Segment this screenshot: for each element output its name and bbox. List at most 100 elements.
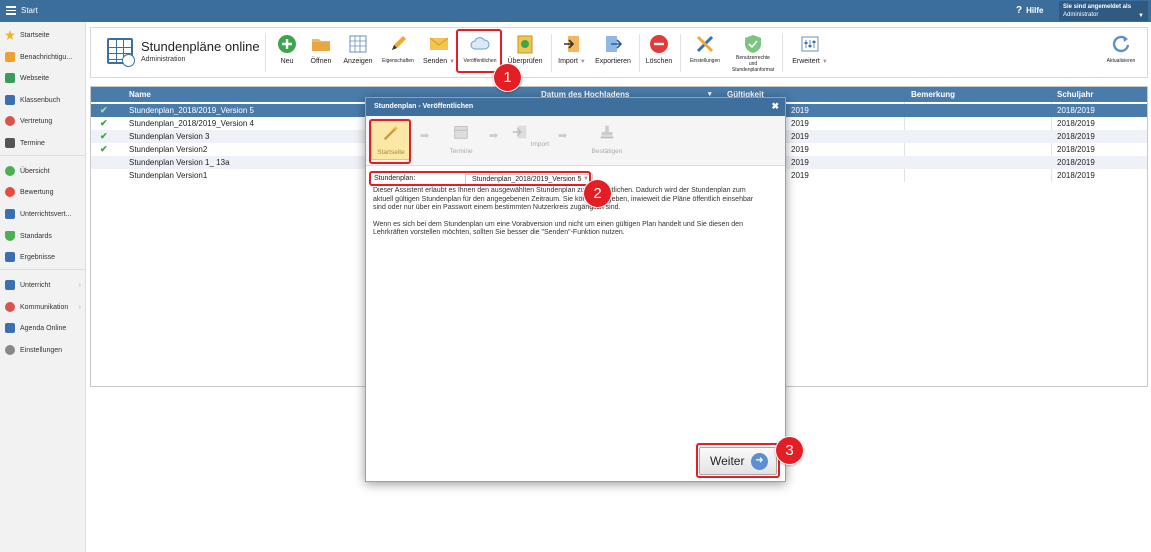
chevron-down-icon: ▼: [1138, 13, 1144, 19]
step-badge-3: 3: [776, 437, 803, 464]
chevron-down-icon: ▼: [579, 59, 586, 65]
rating-icon: [5, 187, 15, 197]
help-label: Hilfe: [1026, 6, 1044, 15]
sidebar-item-termine[interactable]: Termine: [0, 134, 86, 152]
row-validity: 2019: [791, 171, 809, 180]
open-label: Öffnen: [310, 58, 332, 65]
user-menu[interactable]: Sie sind angemeldet als Administrator ▼: [1059, 1, 1148, 21]
sidebar-item-label: Agenda Online: [20, 324, 67, 332]
sidebar-item-label: Ergebnisse: [20, 253, 56, 261]
properties-button[interactable]: Eigenschaften: [379, 32, 417, 74]
advanced-label: Erweitert: [792, 58, 820, 65]
delete-button[interactable]: Löschen: [643, 32, 675, 74]
row-name: Stundenplan_2018/2019_Version 5: [129, 106, 254, 115]
description-line: Wenn es sich bei dem Stundenplan um eine…: [373, 220, 743, 228]
mail-icon: [5, 52, 15, 62]
gear-icon: [5, 345, 15, 355]
step-badge-1: 1: [494, 64, 521, 91]
import-button[interactable]: Import ▼: [555, 32, 589, 74]
sidebar-item-label: Bewertung: [20, 188, 54, 196]
dialog-title: Stundenplan - Veröffentlichen: [374, 103, 474, 110]
check-icon: ✔: [100, 144, 108, 154]
sidebar-item-label: Webseite: [20, 74, 50, 82]
app-title[interactable]: Start: [21, 6, 38, 15]
dialog-header: Stundenplan - Veröffentlichen ✖: [366, 98, 785, 116]
toolbar-divider: [680, 34, 681, 72]
refresh-button[interactable]: Aktualisieren: [1101, 32, 1141, 74]
sidebar-item-webseite[interactable]: Webseite: [0, 69, 86, 87]
help-icon: ?: [1016, 5, 1023, 16]
row-validity: 2019: [791, 145, 809, 154]
highlight-next: [696, 443, 780, 478]
sidebar-item-unterricht[interactable]: Unterricht ›: [0, 276, 86, 294]
home-icon: [5, 73, 15, 83]
table-icon: [349, 35, 367, 53]
step-label: Import: [530, 141, 550, 148]
sidebar-item-label: Vertretung: [20, 117, 53, 125]
menu-icon[interactable]: [6, 6, 16, 15]
row-validity: 2019: [791, 119, 809, 128]
sidebar-item-startseite[interactable]: Startseite: [0, 26, 86, 44]
column-header-name[interactable]: Name: [129, 90, 151, 99]
sidebar-item-agenda-online[interactable]: Agenda Online: [0, 319, 86, 337]
sidebar-item-uebersicht[interactable]: Übersicht: [0, 162, 86, 180]
chevron-down-icon: ▼: [449, 59, 456, 65]
pencil-icon: [392, 36, 406, 50]
show-button[interactable]: Anzeigen: [341, 32, 375, 74]
sidebar-item-einstellungen[interactable]: Einstellungen: [0, 341, 86, 359]
clipboard-check-icon: [517, 35, 533, 54]
row-year: 2018/2019: [1057, 145, 1095, 154]
check-label: Überprüfen: [507, 58, 543, 65]
user-rights-label-3: Stundenplanformat: [731, 67, 775, 73]
user-rights-button[interactable]: Benutzerrechte und Stundenplanformat: [729, 32, 777, 74]
settings-button[interactable]: Einstellungen: [685, 32, 725, 74]
toolbar-divider: [265, 34, 266, 72]
description-line: Lehrkräften vorstellen möchten, sollten …: [373, 229, 625, 236]
toolbar: Stundenpläne online Administration Neu Ö…: [90, 27, 1148, 78]
toolbar-divider: [551, 34, 552, 72]
toolbar-divider: [782, 34, 783, 72]
help-link[interactable]: ? Hilfe: [1016, 5, 1043, 16]
chat-icon: [5, 302, 15, 312]
sidebar-item-unterrichtsverteilung[interactable]: Unterrichtsvert...: [0, 205, 86, 223]
step-termine: Termine: [441, 120, 481, 160]
sidebar-item-label: Benachrichtigu...: [20, 53, 73, 61]
row-validity: 2019: [791, 106, 809, 115]
sidebar-item-vertretung[interactable]: Vertretung: [0, 112, 86, 130]
highlight-timetable-select: [369, 171, 591, 186]
sidebar-divider: [0, 155, 86, 156]
sidebar-item-benachrichtigungen[interactable]: Benachrichtigu...: [0, 48, 86, 66]
export-button[interactable]: Exportieren: [593, 32, 633, 74]
row-validity: 2019: [791, 158, 809, 167]
send-button[interactable]: Senden ▼: [421, 32, 457, 74]
user-caption: Sie sind angemeldet als: [1063, 4, 1132, 10]
column-header-remark[interactable]: Bemerkung: [911, 90, 955, 99]
show-label: Anzeigen: [343, 58, 373, 65]
new-button[interactable]: Neu: [274, 32, 300, 74]
row-year: 2018/2019: [1057, 158, 1095, 167]
arrow-right-icon: ➡: [489, 130, 499, 142]
sidebar-item-ergebnisse[interactable]: Ergebnisse: [0, 248, 86, 266]
row-name: Stundenplan Version 1_ 13a: [129, 158, 230, 167]
advanced-button[interactable]: Erweitert ▼: [788, 32, 832, 74]
sidebar-item-bewertung[interactable]: Bewertung: [0, 183, 86, 201]
open-button[interactable]: Öffnen: [306, 32, 336, 74]
close-icon[interactable]: ✖: [771, 101, 779, 112]
check-icon: ✔: [100, 131, 108, 141]
sidebar-item-klassenbuch[interactable]: Klassenbuch: [0, 91, 86, 109]
step-bestaetigen: Bestätigen: [584, 120, 630, 160]
row-year: 2018/2019: [1057, 119, 1095, 128]
row-year: 2018/2019: [1057, 171, 1095, 180]
sidebar-item-standards[interactable]: Standards: [0, 227, 86, 245]
highlight-startseite: [369, 119, 411, 164]
shield-icon: [5, 231, 15, 241]
top-bar: Start ? Hilfe Sie sind angemeldet als Adm…: [0, 0, 1151, 22]
check-circle-icon: [5, 166, 15, 176]
sidebar-item-kommunikation[interactable]: Kommunikation ›: [0, 298, 86, 316]
highlight-publish: [456, 29, 502, 73]
calendar-icon: [5, 138, 15, 148]
column-header-year[interactable]: Schuljahr: [1057, 90, 1093, 99]
refresh-icon: [1112, 35, 1130, 53]
properties-label: Eigenschaften: [382, 58, 414, 64]
import-icon: [512, 125, 527, 139]
